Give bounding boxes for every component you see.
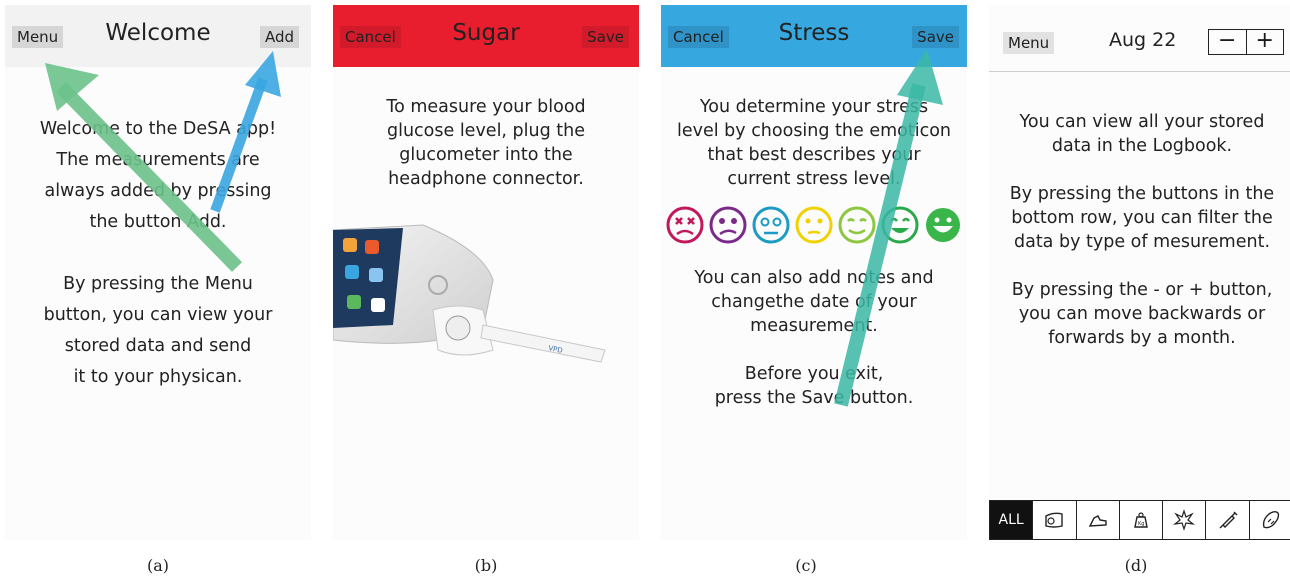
weight-icon: Kg: [1134, 512, 1148, 528]
glucometer-icon: [1045, 512, 1064, 528]
shoe-icon: [1088, 515, 1107, 527]
panel-stress: Cancel Stress Save You determine your st…: [661, 5, 967, 540]
panel-welcome: Menu Welcome Add Welcome to the DeSA app…: [5, 5, 311, 540]
syringe-icon: [1219, 511, 1238, 529]
logbook-instructions: You can view all your stored data in the…: [1009, 112, 1275, 348]
minus-button[interactable]: −: [1209, 30, 1247, 54]
filter-glucometer-button[interactable]: [1032, 501, 1075, 539]
sugar-instructions: To measure your blood glucose level, plu…: [386, 97, 586, 189]
panel-sugar: Cancel Sugar Save To measure your blood …: [333, 5, 639, 540]
filter-stress-button[interactable]: [1162, 501, 1205, 539]
filter-activity-button[interactable]: [1075, 501, 1119, 539]
bread-icon: [1262, 511, 1279, 529]
save-button[interactable]: Save: [582, 26, 629, 48]
filter-toolbar: ALL Kg: [989, 500, 1290, 540]
month-date: Aug 22: [1109, 29, 1177, 51]
caption-b: (b): [474, 556, 498, 575]
teal-arrow-shaft: [834, 83, 926, 407]
blue-arrow-shaft: [210, 77, 268, 213]
header-sugar: Cancel Sugar Save: [333, 5, 639, 67]
caption-c: (c): [795, 556, 817, 575]
plus-button[interactable]: +: [1247, 30, 1284, 54]
teal-arrowhead-icon: [897, 49, 943, 105]
svg-text:Kg: Kg: [1138, 521, 1144, 527]
blue-arrowhead-icon: [245, 51, 281, 97]
menu-button[interactable]: Menu: [1003, 32, 1055, 54]
header-logbook: Menu Aug 22 − +: [989, 5, 1290, 72]
annotation-arrows: [834, 49, 943, 407]
filter-food-button[interactable]: [1248, 501, 1290, 539]
filter-weight-button[interactable]: Kg: [1118, 501, 1162, 539]
green-arrow-shaft: [55, 82, 243, 272]
strip-label: VPD: [548, 344, 564, 355]
stress-burst-icon: [1173, 509, 1196, 531]
filter-all-button[interactable]: ALL: [990, 501, 1033, 539]
caption-d: (d): [1124, 556, 1148, 575]
panel-logbook: Menu Aug 22 − + You can view all your st…: [989, 5, 1290, 540]
annotation-arrows: [45, 51, 281, 272]
caption-a: (a): [146, 556, 170, 575]
month-stepper: − +: [1208, 29, 1284, 55]
phone-glucometer-illustration: VPD: [333, 224, 606, 363]
filter-insulin-button[interactable]: [1205, 501, 1248, 539]
